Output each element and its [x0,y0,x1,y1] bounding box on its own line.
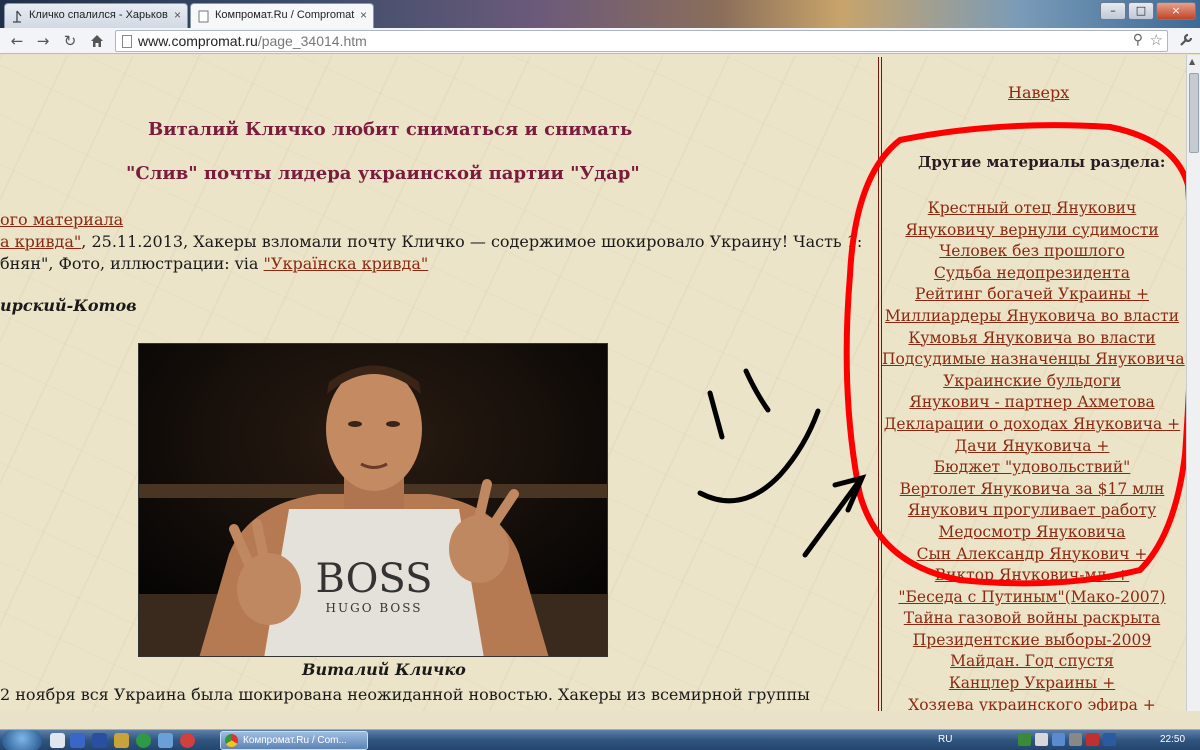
scroll-up-icon[interactable]: ▲ [1189,57,1195,66]
reload-icon[interactable]: ↻ [59,31,81,51]
article-author: ирский-Котов [0,296,137,315]
star-icon[interactable]: ☆ [1150,31,1163,49]
via-link[interactable]: "Украïнска кривда" [264,254,429,273]
source-line-text: , 25.11.2013, Хакеры взломали почту Клич… [81,232,863,251]
sidebar-link[interactable]: Тайна газовой войны раскрыта [882,609,1182,631]
sidebar-link[interactable]: Хозяева украинского эфира + [882,696,1182,711]
vertical-scrollbar[interactable]: ▲ [1186,55,1200,711]
sidebar-link[interactable]: Подсудимые назначенцы Януковича [882,350,1185,372]
tray-icon[interactable] [1069,733,1082,746]
source-line: а кривда", 25.11.2013, Хакеры взломали п… [0,232,862,251]
tray-icon[interactable] [1103,733,1116,746]
close-window-button[interactable]: × [1156,2,1196,20]
via-line-text: бнян", Фото, иллюстрации: via [0,254,264,273]
task-label: Компромат.Ru / Com... [243,735,347,746]
sidebar-links: Крестный отец Янукович Януковичу вернули… [882,199,1185,711]
sidebar-link[interactable]: Рейтинг богачей Украины + [882,285,1182,307]
sidebar-link[interactable]: Виктор Янукович-мл. + [882,566,1182,588]
tab-strip: Кличко спалился - Харьков × Компромат.Ru… [0,0,1200,28]
chrome-icon[interactable] [136,733,151,748]
sidebar-link[interactable]: Человек без прошлого [882,242,1182,264]
quicklaunch-icon[interactable] [114,733,129,748]
smiley-mouth [697,408,821,504]
tray-icon[interactable] [1035,733,1048,746]
page-viewport: Виталий Кличко любит сниматься и снимать… [0,55,1186,711]
close-icon[interactable]: × [360,8,367,22]
smiley-eye-left [707,390,725,440]
sidebar-link[interactable]: Бюджет "удовольствий" [882,458,1182,480]
sidebar-link[interactable]: Украинские бульдоги [882,372,1182,394]
quicklaunch-icon[interactable] [50,733,65,748]
sidebar-link[interactable]: Кумовья Януковича во власти [882,329,1182,351]
photo-caption: Виталий Кличко [302,660,466,679]
sidebar-link[interactable]: Янукович прогуливает работу [882,501,1182,523]
article-photo: BOSS HUGO BOSS [138,343,608,657]
sidebar-link[interactable]: Сын Александр Янукович + [882,545,1182,567]
tray-icon[interactable] [1018,733,1031,746]
arrow-annotation [802,474,867,558]
scroll-thumb[interactable] [1189,73,1199,153]
forward-icon[interactable]: → [32,31,54,51]
sidebar-link[interactable]: Декларации о доходах Януковича + [882,415,1182,437]
tab-kharkov[interactable]: Кличко спалился - Харьков × [4,3,188,28]
article-subtitle: "Слив" почты лидера украинской партии "У… [126,163,640,184]
source-line-link[interactable]: а кривда" [0,232,81,251]
back-to-top-link[interactable]: Наверх [1008,83,1069,102]
home-icon[interactable] [86,31,108,51]
smiley-eye-right [743,368,771,413]
maximize-button[interactable]: □ [1128,2,1154,20]
sidebar: Наверх Другие материалы раздела: Крестны… [878,57,1186,711]
minimize-button[interactable]: – [1100,2,1126,20]
source-link[interactable]: ого материала [0,210,123,229]
quicklaunch-icon[interactable] [180,733,195,748]
sidebar-link[interactable]: "Беседа с Путиным"(Мако-2007) [882,588,1182,610]
system-tray [1018,733,1116,746]
tray-icon[interactable] [1052,733,1065,746]
taskbar: Компромат.Ru / Com... RU 22:50 [0,729,1200,750]
quicklaunch-icon[interactable] [92,733,107,748]
page-icon [122,35,132,48]
sidebar-link[interactable]: Миллиардеры Януковича во власти [882,307,1182,329]
back-icon[interactable]: ← [6,31,28,51]
sidebar-link[interactable]: Медосмотр Януковича [882,523,1182,545]
sidebar-link[interactable]: Януковичу вернули судимости [882,221,1182,243]
tab-title: Компромат.Ru / Compromat [215,9,355,21]
url-text: www.compromat.ru/page_34014.htm [138,33,367,49]
shirt-logo-sub: HUGO BOSS [326,601,423,615]
browser-toolbar: ← → ↻ www.compromat.ru/page_34014.htm ⚲ … [0,28,1200,54]
article-title: Виталий Кличко любит сниматься и снимать [148,119,633,140]
source-link-line: ого материала [0,210,123,229]
chrome-icon [225,734,238,747]
tab-favicon-icon [11,10,24,23]
sidebar-link[interactable]: Майдан. Год спустя [882,652,1182,674]
window-controls: – □ × [1100,2,1196,20]
start-orb-icon[interactable] [2,730,42,750]
article-body: 2 ноября вся Украина была шокирована нео… [0,685,810,704]
clock[interactable]: 22:50 [1160,734,1185,745]
close-icon[interactable]: × [174,8,181,22]
taskbar-task-button[interactable]: Компромат.Ru / Com... [220,731,368,750]
sidebar-link[interactable]: Янукович - партнер Ахметова [882,393,1182,415]
language-indicator[interactable]: RU [938,734,952,745]
tray-icon[interactable] [1086,733,1099,746]
sidebar-link[interactable]: Вертолет Януковича за $17 млн [882,480,1182,502]
sidebar-link[interactable]: Президентские выборы-2009 [882,631,1182,653]
sidebar-link[interactable]: Крестный отец Янукович [882,199,1182,221]
tab-compromat[interactable]: Компромат.Ru / Compromat × [190,3,374,28]
tab-title: Кличко спалился - Харьков [29,9,168,21]
quicklaunch-icon[interactable] [70,733,85,748]
shirt-logo: BOSS [315,556,432,602]
page-icon [197,10,210,23]
sidebar-link[interactable]: Судьба недопрезидента [882,264,1182,286]
sidebar-link[interactable]: Дачи Януковича + [882,437,1182,459]
via-line: бнян", Фото, иллюстрации: via "Украïнска… [0,254,428,273]
address-bar[interactable]: www.compromat.ru/page_34014.htm ⚲ ☆ [115,30,1168,52]
quicklaunch-icon[interactable] [158,733,173,748]
zoom-icon[interactable]: ⚲ [1133,32,1143,48]
sidebar-section-title: Другие материалы раздела: [918,153,1166,171]
wrench-icon[interactable] [1178,32,1194,52]
sidebar-link[interactable]: Канцлер Украины + [882,674,1182,696]
